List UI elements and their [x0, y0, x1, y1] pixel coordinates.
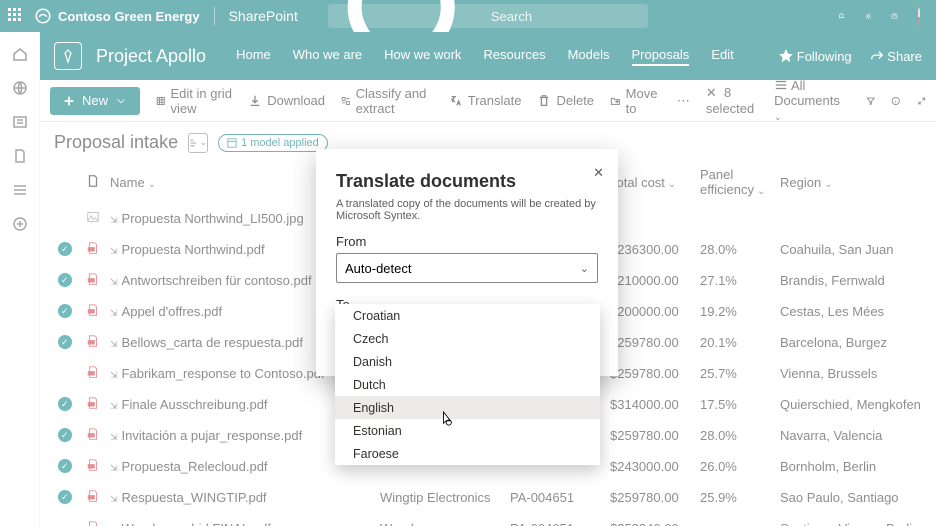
close-icon[interactable]: ✕ [593, 165, 604, 181]
modal-title: Translate documents [336, 171, 598, 192]
language-option[interactable]: English [335, 396, 600, 419]
language-option[interactable]: Croatian [335, 304, 600, 327]
cursor-icon [440, 410, 454, 428]
from-language-combo[interactable]: Auto-detect ⌄ [336, 253, 598, 283]
language-dropdown: CroatianCzechDanishDutchEnglishEstonianF… [335, 304, 600, 465]
language-option[interactable]: Faroese [335, 442, 600, 465]
chevron-down-icon: ⌄ [580, 262, 589, 275]
language-option[interactable]: Dutch [335, 373, 600, 396]
language-option[interactable]: Czech [335, 327, 600, 350]
language-option[interactable]: Estonian [335, 419, 600, 442]
modal-subtitle: A translated copy of the documents will … [336, 198, 598, 222]
language-option[interactable]: Danish [335, 350, 600, 373]
from-label: From [336, 234, 598, 249]
